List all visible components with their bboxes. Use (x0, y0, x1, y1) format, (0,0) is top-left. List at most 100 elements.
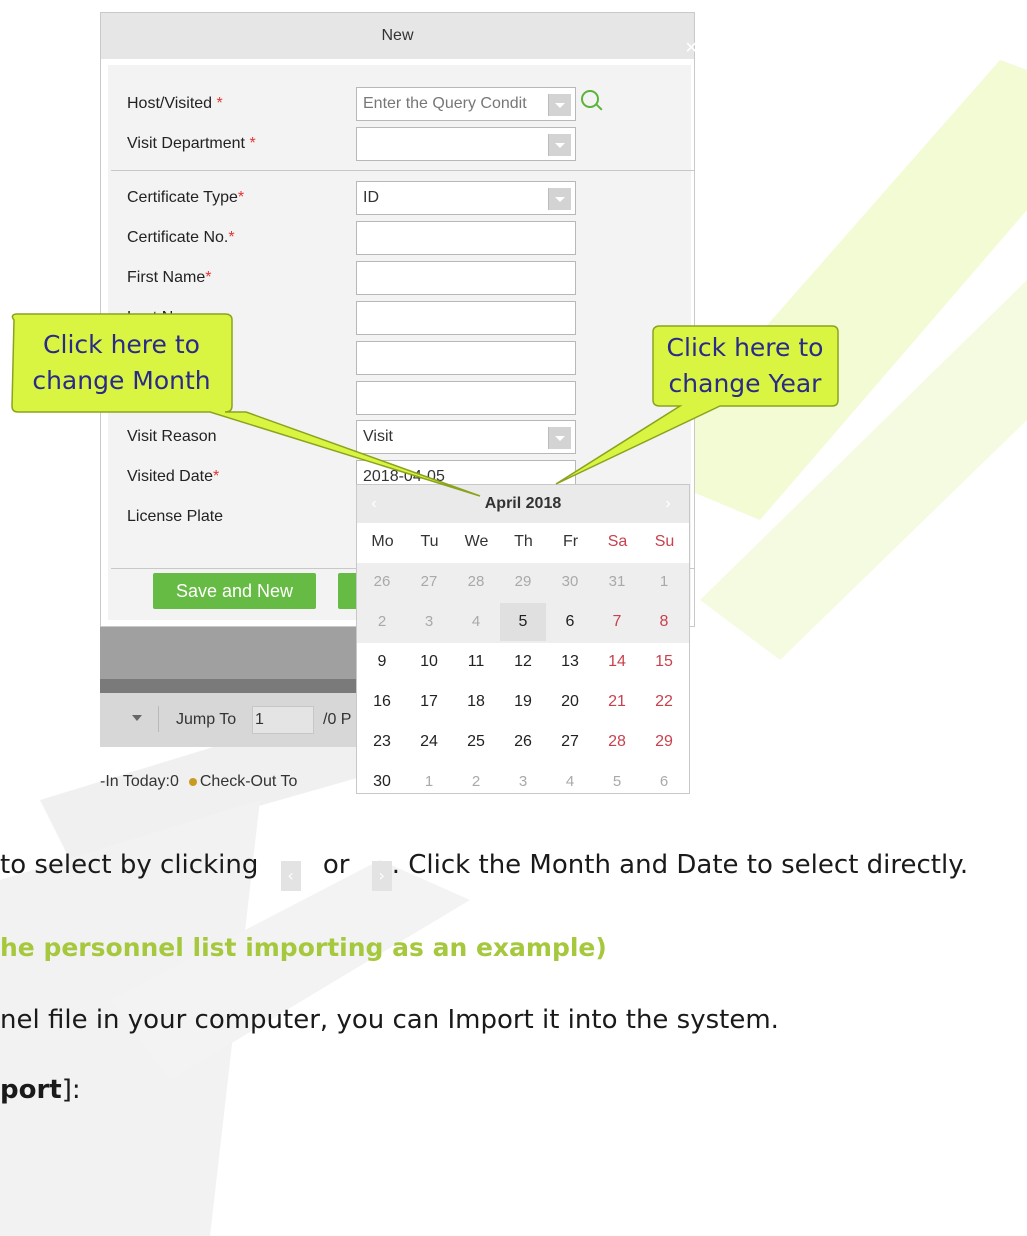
calendar-day[interactable]: 11 (453, 643, 499, 681)
doc-text: . Click the Month and Date to select dir… (391, 850, 969, 880)
weekday-label: Fr (562, 533, 579, 550)
doc-text: to select by clicking (0, 850, 259, 880)
calendar-day[interactable]: 14 (594, 643, 640, 681)
calendar-day[interactable]: 2 (453, 763, 499, 793)
next-arrow-icon: › (371, 861, 392, 891)
jump-to-label: Jump To (176, 711, 237, 728)
chevron-down-icon[interactable] (548, 188, 571, 210)
field-certificate-no: Certificate No.* (108, 219, 691, 259)
calendar-day[interactable]: 28 (594, 723, 640, 761)
calendar-day[interactable]: 16 (359, 683, 405, 721)
callout-line: Click here to (666, 333, 824, 362)
calendar-day[interactable]: 10 (406, 643, 452, 681)
host-visited-combo[interactable]: Enter the Query Condit (356, 87, 576, 121)
calendar-day[interactable]: 4 (453, 603, 499, 641)
divider (111, 170, 694, 171)
certificate-type-value: ID (363, 189, 379, 206)
calendar-day[interactable]: 25 (453, 723, 499, 761)
certificate-no-input[interactable] (356, 221, 576, 255)
field-label: Visit Reason (127, 428, 217, 445)
chevron-down-icon[interactable] (548, 134, 571, 156)
doc-heading: he personnel list importing as an exampl… (0, 933, 607, 962)
text-input[interactable] (356, 341, 576, 375)
calendar-day[interactable]: 13 (547, 643, 593, 681)
calendar-day[interactable]: 6 (641, 763, 687, 793)
calendar-day[interactable]: 3 (500, 763, 546, 793)
calendar-day[interactable]: 9 (359, 643, 405, 681)
weekday-label: Mo (371, 533, 394, 550)
calendar-day[interactable]: 12 (500, 643, 546, 681)
doc-line-1: to select by clicking ‹ or ›. Click the … (0, 850, 968, 891)
search-icon[interactable] (581, 90, 599, 108)
visit-reason-value: Visit (363, 428, 393, 445)
calendar-day[interactable]: 29 (641, 723, 687, 761)
calendar-day[interactable]: 23 (359, 723, 405, 761)
calendar-day[interactable]: 31 (594, 563, 640, 601)
calendar-day[interactable]: 6 (547, 603, 593, 641)
field-label: Certificate Type (127, 189, 238, 206)
calendar-day[interactable]: 21 (594, 683, 640, 721)
dialog-title: New (381, 27, 414, 44)
field-label: Host/Visited (127, 95, 213, 112)
calendar-day[interactable]: 26 (500, 723, 546, 761)
calendar-day[interactable]: 30 (359, 763, 405, 793)
date-picker: ‹ April 2018 › Mo Tu We Th Fr Sa Su 26 27… (356, 484, 690, 794)
calendar-month-year[interactable]: April 2018 (357, 495, 689, 513)
calendar-day[interactable]: 27 (547, 723, 593, 761)
text-input[interactable] (356, 381, 576, 415)
page-count: /0 P (323, 711, 352, 728)
weekday-header: Mo Tu We Th Fr Sa Su (357, 523, 689, 561)
calendar-day[interactable]: 26 (359, 563, 405, 601)
calendar-day[interactable]: 4 (547, 763, 593, 793)
calendar-day[interactable]: 3 (406, 603, 452, 641)
chevron-down-icon[interactable] (132, 715, 142, 721)
prev-arrow-icon: ‹ (280, 861, 301, 891)
calendar-day[interactable]: 28 (453, 563, 499, 601)
calendar-day[interactable]: 7 (594, 603, 640, 641)
next-month-icon[interactable]: › (659, 493, 677, 515)
doc-text: ]: (61, 1075, 81, 1105)
calendar-day[interactable]: 1 (641, 563, 687, 601)
calendar-day[interactable]: 20 (547, 683, 593, 721)
first-name-input[interactable] (356, 261, 576, 295)
calendar-day[interactable]: 30 (547, 563, 593, 601)
calendar-day[interactable]: 17 (406, 683, 452, 721)
field-label: Certificate No. (127, 229, 229, 246)
chevron-down-icon[interactable] (548, 427, 571, 449)
jump-to-input[interactable]: 1 (252, 706, 314, 734)
calendar-day[interactable]: 24 (406, 723, 452, 761)
callout-year-text: Click here to change Year (655, 330, 835, 402)
field-label: Visited Date (127, 468, 213, 485)
status-bar: -In Today:0 Check-Out To (100, 773, 297, 791)
visit-reason-select[interactable]: Visit (356, 420, 576, 454)
calendar-day[interactable]: 22 (641, 683, 687, 721)
calendar-day[interactable]: 29 (500, 563, 546, 601)
last-name-input[interactable] (356, 301, 576, 335)
check-in-count: -In Today:0 (100, 773, 179, 790)
certificate-type-select[interactable]: ID (356, 181, 576, 215)
field-label: License Plate (127, 508, 224, 525)
divider (158, 706, 159, 732)
calendar-day[interactable]: 5 (500, 603, 546, 641)
field-label: Visit Department (127, 135, 245, 152)
visit-department-select[interactable] (356, 127, 576, 161)
grid-background (100, 627, 356, 679)
calendar-day[interactable]: 5 (594, 763, 640, 793)
calendar-day[interactable]: 1 (406, 763, 452, 793)
field-first-name: First Name* (108, 259, 691, 299)
chevron-down-icon[interactable] (548, 94, 571, 116)
calendar-day[interactable]: 27 (406, 563, 452, 601)
calendar-day[interactable]: 2 (359, 603, 405, 641)
calendar-day[interactable]: 8 (641, 603, 687, 641)
weekday-label: We (464, 533, 489, 550)
status-dot-icon (188, 778, 197, 786)
field-host-visited: Host/Visited * Enter the Query Condit (108, 85, 691, 125)
doc-line-4: port]: (0, 1075, 81, 1105)
doc-line-3: nel file in your computer, you can Impor… (0, 1005, 779, 1035)
calendar-day[interactable]: 15 (641, 643, 687, 681)
calendar-day[interactable]: 19 (500, 683, 546, 721)
required-mark: * (249, 135, 256, 152)
required-mark: * (237, 189, 245, 206)
save-and-new-button[interactable]: Save and New (153, 573, 316, 609)
calendar-day[interactable]: 18 (453, 683, 499, 721)
